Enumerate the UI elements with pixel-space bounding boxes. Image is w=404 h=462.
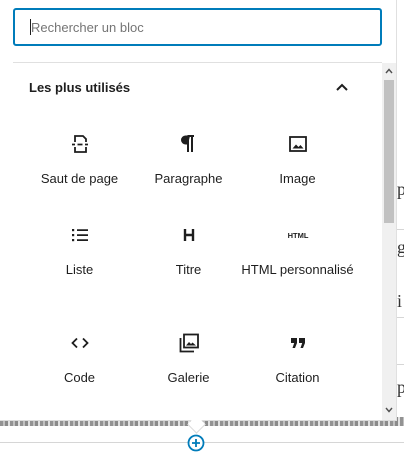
list-icon [71,229,88,242]
block-item-label: HTML personnalisé [241,262,354,277]
block-item-gallery[interactable]: Galerie [130,331,247,386]
quote-icon [290,338,305,348]
background-text-fragment: g [397,237,404,257]
background-divider [396,229,404,230]
scroll-up-arrow-icon[interactable] [385,67,393,75]
code-icon [70,337,89,349]
svg-text:HTML: HTML [287,231,308,240]
block-item-paragraph[interactable]: Paragraphe [130,132,247,187]
page-break-icon [71,135,88,153]
block-item-label: Galerie [167,370,210,385]
background-divider [396,364,404,365]
scroll-down-arrow-icon[interactable] [385,406,393,414]
plus-circle-icon[interactable] [186,433,206,453]
divider [13,62,382,63]
block-item-label: Image [279,171,316,186]
block-item-label: Titre [175,262,202,277]
search-input[interactable] [13,8,382,46]
image-icon [288,136,307,152]
block-item-label: Code [63,370,96,385]
block-item-code[interactable]: Code [21,331,138,386]
block-item-label: Citation [275,370,320,385]
block-item-quote[interactable]: Citation [239,331,356,386]
paragraph-icon [180,135,194,152]
gallery-icon [179,333,199,353]
scrollbar-thumb[interactable] [384,80,394,223]
background-text-fragment: p [397,377,404,397]
search-container [13,8,382,46]
scrollbar[interactable] [382,63,396,420]
text-caret [30,19,31,35]
block-item-heading[interactable]: Titre [130,223,247,278]
panel-title: Les plus utilisés [29,80,131,95]
background-text-fragment: i [397,291,403,311]
block-item-label: Liste [65,262,94,277]
background-divider [396,317,404,318]
block-item-page-break[interactable]: Saut de page [21,132,138,187]
html-icon: HTML [287,231,308,240]
block-item-list[interactable]: Liste [21,223,138,278]
block-inserter-popover: Les plus utilisés Saut de page Paragraph… [0,0,397,421]
chevron-up-icon[interactable] [335,80,349,94]
block-item-label: Saut de page [40,171,119,186]
block-item-image[interactable]: Image [239,132,356,187]
background-text-fragment: p [397,179,404,199]
block-item-label: Paragraphe [154,171,223,186]
heading-icon [183,229,194,241]
block-item-custom-html[interactable]: HTML HTML personnalisé [239,223,356,278]
